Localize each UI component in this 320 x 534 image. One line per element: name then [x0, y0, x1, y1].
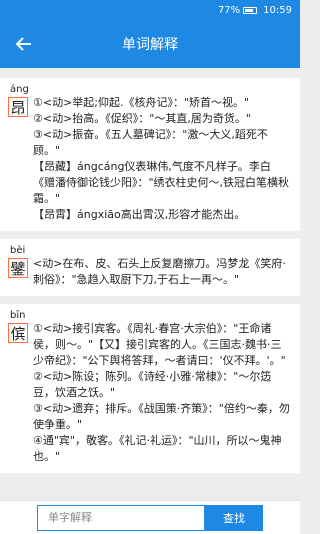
- definition-line: ②<动>陈设；陈列。《诗经·小雅·常棣》："～尔笾豆，饮酒之饫。": [33, 370, 272, 399]
- clock: 10:59: [263, 4, 292, 16]
- definition-line: 【昂藏】ángcáng仪表琳伟,气度不凡样子。李白《赠潘侍御论钱少阳》："绣衣柱…: [33, 160, 290, 205]
- definition-line: ④通"宾"，敬客。《礼记·礼运》："山川，所以～鬼神也。": [33, 434, 282, 463]
- entry-card-bei: bèi 鐾 <动>在布、皮、石头上反复磨擦刀。冯梦龙《笑府·刺俗》："急趋入取厨…: [0, 239, 300, 296]
- entry-character: 昂: [8, 97, 28, 117]
- entry-definitions: ①<动>接引宾客。《周礼·春宫·大宗伯》："王命诸侯，则～。"【又】接引宾客的人…: [33, 321, 292, 465]
- search-button[interactable]: 查找: [205, 504, 263, 531]
- definition-list[interactable]: áng 昂 ①<动>举起;仰起.《核舟记》："矫首～视。" ②<动>抬高。《促织…: [0, 68, 300, 500]
- search-box: [37, 504, 205, 531]
- entry-pinyin: bèi: [10, 245, 26, 256]
- entry-card-bin: bīn 傧 ①<动>接引宾客。《周礼·春宫·大宗伯》："王命诸侯，则～。"【又】…: [0, 304, 300, 473]
- definition-line: ②<动>抬高。《促织》："～其直,居为奇货。": [33, 112, 251, 125]
- definition-line: ③<动>遗弃；排斥。《战国策·齐策》："倍约～秦，勿使争重。": [33, 402, 290, 431]
- back-button[interactable]: [12, 32, 36, 56]
- battery-level: 77%: [217, 4, 241, 16]
- definition-line: 【昂霄】ángxiāo高出霄汉,形容才能杰出。: [33, 208, 246, 221]
- arrow-left-icon: [16, 37, 31, 51]
- battery-icon: [243, 6, 258, 14]
- definition-line: ①<动>接引宾客。《周礼·春宫·大宗伯》："王命诸侯，则～。"【又】接引宾客的人…: [33, 322, 286, 367]
- definition-line: ③<动>振奋。《五人墓碑记》："激～大义,蹈死不顾。": [33, 128, 268, 157]
- entry-character: 鐾: [8, 258, 28, 278]
- app-bar: 单词解释: [0, 20, 300, 68]
- entry-character: 傧: [8, 323, 28, 343]
- page-title: 单词解释: [122, 37, 178, 53]
- definition-line: ①<动>举起;仰起.《核舟记》："矫首～视。": [33, 96, 250, 109]
- entry-pinyin: bīn: [10, 310, 26, 321]
- search-bar: 查找: [0, 500, 300, 534]
- entry-pinyin: áng: [10, 84, 29, 95]
- entry-definitions: <动>在布、皮、石头上反复磨擦刀。冯梦龙《笑府·刺俗》："急趋入取厨下刀,于石上…: [33, 256, 292, 288]
- status-bar: 77% 10:59: [0, 0, 300, 20]
- definition-line: <动>在布、皮、石头上反复磨擦刀。冯梦龙《笑府·刺俗》："急趋入取厨下刀,于石上…: [33, 257, 286, 286]
- entry-card-ang: áng 昂 ①<动>举起;仰起.《核舟记》："矫首～视。" ②<动>抬高。《促织…: [0, 78, 300, 231]
- entry-definitions: ①<动>举起;仰起.《核舟记》："矫首～视。" ②<动>抬高。《促织》："～其直…: [33, 95, 292, 223]
- search-input[interactable]: [46, 510, 204, 525]
